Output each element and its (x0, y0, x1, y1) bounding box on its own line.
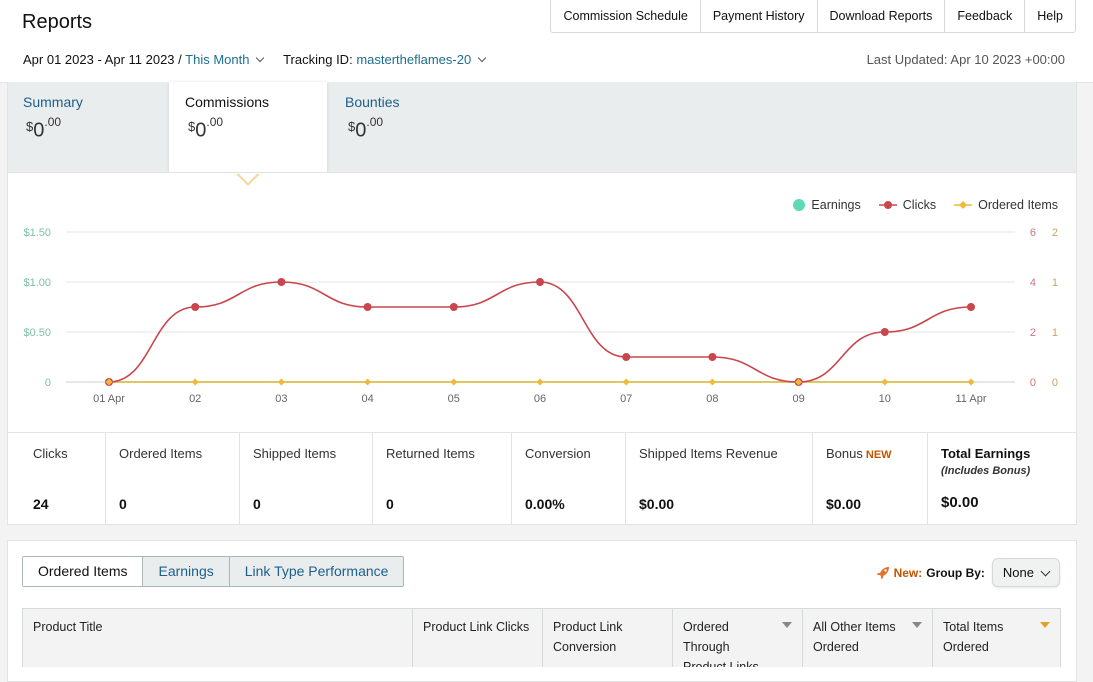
x-tick-label: 07 (620, 393, 632, 405)
group-by: New: Group By: None (876, 558, 1060, 587)
ordered-point (967, 378, 975, 386)
col-ordered-through-links[interactable]: Ordered Through Product Links (672, 609, 802, 667)
group-by-select[interactable]: None (991, 558, 1060, 587)
clicks-point (622, 353, 631, 361)
clicks-point (277, 278, 286, 286)
ordered-point (364, 378, 372, 386)
ordered-point (450, 378, 458, 386)
x-tick-label: 03 (275, 393, 287, 405)
sort-icon[interactable] (912, 622, 922, 628)
chevron-down-icon (1040, 566, 1051, 576)
report-tabs: Ordered Items Earnings Link Type Perform… (22, 556, 405, 587)
stat-shipped-items: Shipped Items 0 (239, 433, 372, 524)
col-total-items-ordered[interactable]: Total Items Ordered (932, 609, 1060, 667)
right-tick-label-ordered: 2 (1052, 227, 1058, 239)
sort-icon[interactable] (782, 622, 792, 628)
line-chart: 0 0 0 $0.50 2 1 $1.00 4 1 $1.50 6 2 01 Apr 02 03 04 05 06… (23, 227, 1058, 405)
left-tick-label: 0 (45, 377, 51, 389)
x-tick-label: 05 (448, 393, 460, 405)
clicks-point (191, 303, 200, 311)
x-tick-label: 09 (792, 393, 804, 405)
stat-conversion: Conversion 0.00% (511, 433, 625, 524)
stat-total-earnings: Total Earnings (Includes Bonus) $0.00 (927, 433, 1076, 524)
new-label: New: (893, 565, 923, 580)
x-tick-label: 02 (189, 393, 201, 405)
left-tick-label: $1.50 (23, 227, 51, 239)
right-tick-label-clicks: 2 (1030, 327, 1036, 339)
tab-earnings[interactable]: Earnings (142, 557, 228, 586)
ordered-point (277, 378, 285, 386)
col-all-other-items[interactable]: All Other Items Ordered (802, 609, 932, 667)
col-product-title[interactable]: Product Title (23, 609, 412, 667)
left-tick-label: $1.00 (23, 277, 51, 289)
right-tick-label-ordered: 1 (1052, 277, 1058, 289)
group-by-label: Group By: (926, 565, 985, 580)
ordered-point (708, 378, 716, 386)
x-tick-label: 06 (534, 393, 546, 405)
left-tick-label: $0.50 (23, 327, 51, 339)
x-tick-label: 04 (361, 393, 373, 405)
right-tick-label-clicks: 6 (1030, 227, 1036, 239)
x-tick-label: 10 (879, 393, 891, 405)
stat-shipped-revenue: Shipped Items Revenue $0.00 (625, 433, 812, 524)
stats-row: Clicks 24 Ordered Items 0 Shipped Items 0 R… (7, 432, 1077, 525)
clicks-point (708, 353, 717, 361)
ordered-point (536, 378, 544, 386)
stat-bonus: Bonus NEW $0.00 (812, 433, 927, 524)
clicks-point (880, 328, 889, 336)
x-tick-label: 11 Apr (956, 393, 987, 405)
x-tick-label: 01 Apr (93, 393, 125, 405)
right-tick-label-clicks: 4 (1030, 277, 1036, 289)
clicks-point (363, 303, 372, 311)
tab-link-type-performance[interactable]: Link Type Performance (228, 557, 404, 586)
ordered-point (622, 378, 630, 386)
clicks-point (449, 303, 458, 311)
clicks-point (536, 278, 544, 286)
sort-active-icon[interactable] (1040, 622, 1050, 628)
table-header: Product Title Product Link Clicks Produc… (22, 608, 1061, 667)
col-product-link-conversion[interactable]: Product Link Conversion (542, 609, 672, 667)
new-badge: NEW (865, 449, 892, 461)
right-tick-label-ordered: 0 (1052, 377, 1058, 389)
stat-returned-items: Returned Items 0 (372, 433, 511, 524)
ordered-point (881, 378, 889, 386)
stat-ordered-items: Ordered Items 0 (105, 433, 239, 524)
col-product-link-clicks[interactable]: Product Link Clicks (412, 609, 542, 667)
clicks-point (967, 303, 975, 311)
stat-clicks: Clicks 24 (33, 446, 68, 512)
x-tick-label: 08 (706, 393, 718, 405)
tab-ordered-items[interactable]: Ordered Items (23, 557, 143, 586)
right-tick-label-ordered: 1 (1052, 327, 1058, 339)
right-tick-label-clicks: 0 (1030, 377, 1036, 389)
ordered-point (191, 378, 199, 386)
rocket-icon (876, 566, 889, 579)
